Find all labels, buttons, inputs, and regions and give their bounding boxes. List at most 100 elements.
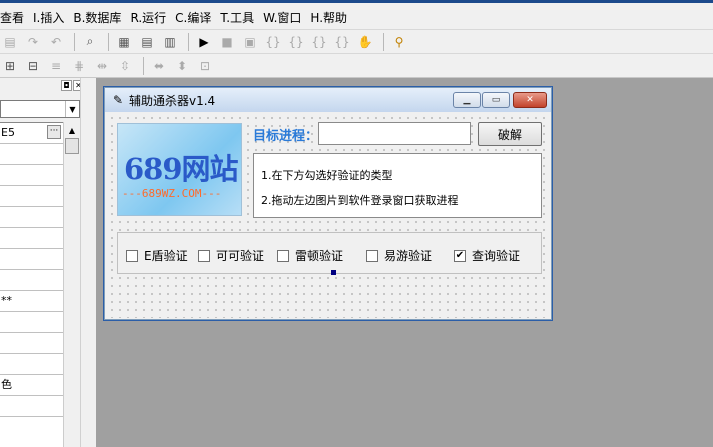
- layout2-icon[interactable]: ▤: [137, 33, 157, 51]
- form-canvas[interactable]: 689网站 ---689WZ.COM--- 目标进程： 破解 1.在下方勾选好验…: [106, 112, 550, 318]
- checkbox-label: E盾验证: [144, 249, 188, 263]
- search-people-icon[interactable]: ⚲: [389, 33, 409, 51]
- minimize-button[interactable]: ▁: [453, 92, 481, 108]
- hand-icon[interactable]: ✋: [355, 33, 375, 51]
- scroll-up-icon[interactable]: ▲: [64, 122, 80, 138]
- same-size-icon[interactable]: ⊡: [195, 57, 215, 75]
- property-row[interactable]: **: [0, 291, 63, 312]
- property-value: **: [1, 294, 12, 307]
- checkbox-yiyou[interactable]: 易游验证: [366, 247, 432, 264]
- space-horizontal-icon[interactable]: ⇹: [92, 57, 112, 75]
- redo-icon[interactable]: ↷: [23, 33, 43, 51]
- target-process-input[interactable]: [318, 122, 471, 145]
- checkbox-box[interactable]: [366, 249, 378, 262]
- brace2-icon[interactable]: {}: [286, 33, 306, 51]
- panel-pin-icon[interactable]: ◘: [61, 79, 72, 91]
- object-combo[interactable]: ▼: [0, 100, 80, 118]
- layout3-icon[interactable]: ▥: [160, 33, 180, 51]
- property-row[interactable]: [0, 249, 63, 270]
- toolbar-separator: [108, 32, 109, 51]
- toolbar-separator: [383, 32, 384, 51]
- chevron-down-icon[interactable]: ▼: [65, 101, 79, 117]
- property-row[interactable]: E5 ···: [0, 123, 63, 144]
- property-row[interactable]: [0, 312, 63, 333]
- menu-view[interactable]: 查看: [0, 6, 24, 26]
- property-row[interactable]: [0, 396, 63, 417]
- checkbox-box[interactable]: [198, 249, 210, 262]
- logo-subtitle: ---689WZ.COM---: [122, 187, 222, 200]
- step-icon[interactable]: ▣: [240, 33, 260, 51]
- property-row[interactable]: [0, 207, 63, 228]
- crack-button[interactable]: 破解: [478, 122, 542, 146]
- brace1-icon[interactable]: {}: [263, 33, 283, 51]
- property-row[interactable]: [0, 270, 63, 291]
- align-top-icon[interactable]: ≡: [46, 57, 66, 75]
- checkbox-label: 雷顿验证: [295, 249, 344, 263]
- property-row[interactable]: [0, 354, 63, 375]
- undo-icon[interactable]: ↶: [46, 33, 66, 51]
- scroll-thumb[interactable]: [65, 138, 79, 154]
- maximize-button[interactable]: ▭: [482, 92, 510, 108]
- menu-help[interactable]: H.帮助: [310, 6, 347, 26]
- property-value: E5: [1, 126, 15, 139]
- checkbox-keke[interactable]: 可可验证: [198, 247, 264, 264]
- checkbox-label: 易游验证: [384, 249, 433, 263]
- verification-options-frame: E盾验证 可可验证 雷顿验证 易游验证 ✔ 查询验证: [117, 232, 542, 274]
- align-center-h-icon[interactable]: ⊞: [0, 57, 20, 75]
- toolbar-separator: [188, 32, 189, 51]
- property-value: 色: [1, 378, 12, 391]
- property-row[interactable]: [0, 165, 63, 186]
- checkbox-label: 可可验证: [216, 249, 265, 263]
- standard-toolbar: ▤ ↷ ↶ ⌕ ▦ ▤ ▥ ▶ ■ ▣ {} {} {} {} ✋ ⚲: [0, 29, 713, 53]
- logo-title: 689网站: [124, 152, 239, 186]
- menu-compile[interactable]: C.编译: [175, 6, 211, 26]
- property-row[interactable]: [0, 186, 63, 207]
- menu-database[interactable]: B.数据库: [73, 6, 121, 26]
- same-height-icon[interactable]: ⬍: [172, 57, 192, 75]
- property-row[interactable]: [0, 228, 63, 249]
- selection-handle[interactable]: [331, 270, 336, 275]
- menu-insert[interactable]: I.插入: [33, 6, 64, 26]
- checkbox-label: 查询验证: [472, 249, 521, 263]
- menu-run[interactable]: R.运行: [130, 6, 166, 26]
- checkbox-box[interactable]: ✔: [454, 249, 466, 262]
- ellipsis-button[interactable]: ···: [47, 125, 61, 139]
- property-row[interactable]: [0, 144, 63, 165]
- brace4-icon[interactable]: {}: [332, 33, 352, 51]
- toolbar-separator: [143, 56, 144, 75]
- instructions-box: 1.在下方勾选好验证的类型 2.拖动左边图片到软件登录窗口获取进程: [253, 153, 542, 218]
- menu-tools[interactable]: T.工具: [220, 6, 254, 26]
- logo-picture[interactable]: 689网站 ---689WZ.COM---: [117, 123, 242, 216]
- panel-splitter[interactable]: [80, 78, 96, 447]
- checkbox-query[interactable]: ✔ 查询验证: [454, 247, 520, 264]
- property-grid: E5 ··· ** 色: [0, 122, 63, 447]
- brace3-icon[interactable]: {}: [309, 33, 329, 51]
- checkbox-leidun[interactable]: 雷顿验证: [277, 247, 343, 264]
- wand-icon: ✎: [112, 93, 124, 107]
- stop-icon[interactable]: ■: [217, 33, 237, 51]
- run-icon[interactable]: ▶: [194, 33, 214, 51]
- find-icon[interactable]: ⌕: [80, 33, 100, 51]
- layout1-icon[interactable]: ▦: [114, 33, 134, 51]
- property-row[interactable]: 色: [0, 375, 63, 396]
- property-scrollbar[interactable]: ▲: [63, 122, 80, 447]
- align-middle-icon[interactable]: ⋕: [69, 57, 89, 75]
- form-titlebar[interactable]: ✎ 辅助通杀器v1.4 ▁ ▭ ✕: [105, 88, 551, 112]
- property-row[interactable]: [0, 333, 63, 354]
- close-button[interactable]: ✕: [513, 92, 547, 108]
- same-width-icon[interactable]: ⬌: [149, 57, 169, 75]
- instruction-line: 2.拖动左边图片到软件登录窗口获取进程: [261, 194, 459, 207]
- menu-window[interactable]: W.窗口: [263, 6, 301, 26]
- designer-form-window[interactable]: ✎ 辅助通杀器v1.4 ▁ ▭ ✕ 689网站 ---689WZ.COM--- …: [104, 87, 552, 320]
- toolbar-separator: [74, 32, 75, 51]
- menu-bar: 查看 I.插入 B.数据库 R.运行 C.编译 T.工具 W.窗口 H.帮助: [0, 0, 713, 29]
- align-center-v-icon[interactable]: ⊟: [23, 57, 43, 75]
- checkbox-box[interactable]: [277, 249, 289, 262]
- form-title: 辅助通杀器v1.4: [129, 93, 216, 108]
- checkbox-edun[interactable]: E盾验证: [126, 247, 188, 264]
- paste-icon[interactable]: ▤: [0, 33, 20, 51]
- space-vertical-icon[interactable]: ⇳: [115, 57, 135, 75]
- target-process-label: 目标进程：: [253, 129, 319, 144]
- align-toolbar: ⊞ ⊟ ≡ ⋕ ⇹ ⇳ ⬌ ⬍ ⊡: [0, 53, 713, 78]
- checkbox-box[interactable]: [126, 249, 138, 262]
